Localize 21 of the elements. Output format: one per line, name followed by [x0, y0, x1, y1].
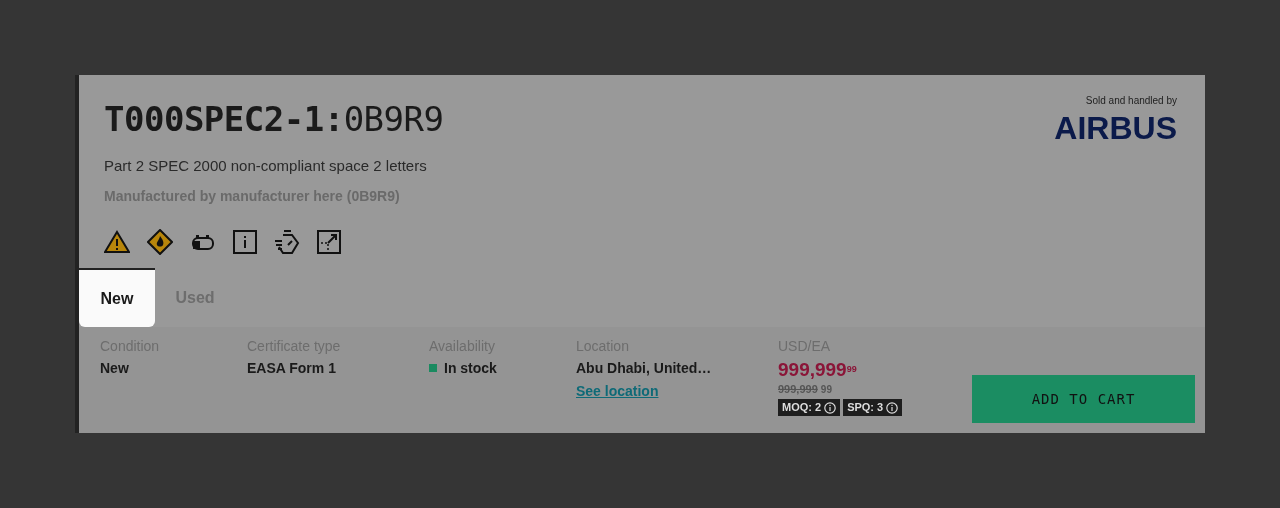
- stopwatch-icon: [274, 228, 300, 255]
- expand-box-icon: [317, 229, 341, 254]
- quantity-tag: MOQ: 2: [778, 399, 841, 416]
- detail-value: In stock: [444, 359, 497, 377]
- airbus-logo: AIRBUS: [1054, 110, 1177, 146]
- info-icon[interactable]: [886, 401, 899, 414]
- detail-value: Abu Dhabi, United…: [576, 359, 712, 377]
- part-description: Part 2 SPEC 2000 non-compliant space 2 letters: [104, 156, 428, 176]
- detail-value: New: [100, 359, 129, 377]
- info-icon: [233, 229, 257, 254]
- old-price: 999,999 99: [778, 382, 833, 397]
- detail-value: EASA Form 1: [247, 359, 336, 377]
- condition-tab[interactable]: New: [79, 268, 155, 327]
- warning-icon: [104, 229, 130, 254]
- flame-diamond-icon: [147, 228, 173, 255]
- quantity-tag: SPQ: 3: [843, 399, 903, 416]
- add-to-cart-button[interactable]: ADD TO CART: [972, 375, 1195, 423]
- info-icon[interactable]: [824, 401, 837, 414]
- price: 999,999$^{99}$: [778, 358, 858, 382]
- seller-caption: Sold and handled by: [1085, 94, 1177, 108]
- part-number: T000SPEC2-1:0B9R9: [104, 98, 444, 141]
